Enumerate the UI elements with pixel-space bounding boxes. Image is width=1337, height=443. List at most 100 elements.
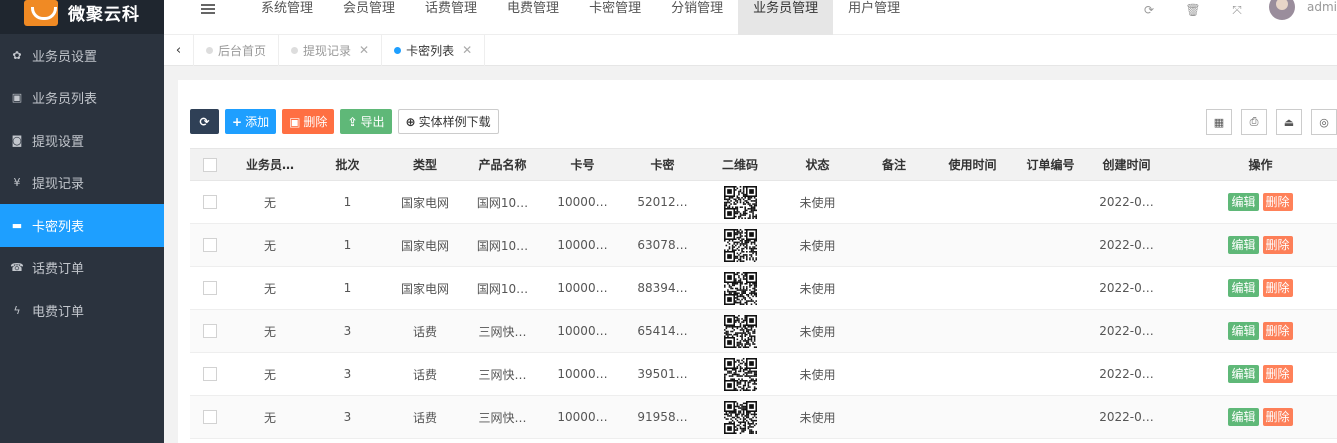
- qr-code-icon[interactable]: [723, 185, 757, 219]
- table-cell: 10000…: [540, 223, 625, 267]
- row-checkbox-cell[interactable]: [190, 180, 230, 224]
- tab-scroll-left-icon[interactable]: ‹: [164, 34, 194, 66]
- table-header[interactable]: 备注: [855, 148, 933, 181]
- table-header[interactable]: 产品名称: [465, 148, 540, 181]
- table-row[interactable]: 无 1 国家电网 国网10… 10000… 52012… 未使用 2022-0… 编辑 删除: [190, 180, 1337, 224]
- table-cell: 3: [310, 352, 385, 396]
- table-row[interactable]: 无 3 话费 三网快… 10000… 39501… 未使用 2022-0… 编辑 删除: [190, 352, 1337, 396]
- search-icon[interactable]: ◎: [1311, 109, 1337, 135]
- topnav-members[interactable]: 会员管理: [328, 0, 410, 35]
- table-cell: 3: [310, 309, 385, 353]
- table-row[interactable]: 无 1 国家电网 国网10… 10000… 63078… 未使用 2022-0… 编辑 删除: [190, 223, 1337, 267]
- qr-code-cell: [700, 352, 780, 396]
- row-checkbox-cell[interactable]: [190, 223, 230, 267]
- logo[interactable]: 微聚云科: [0, 0, 164, 34]
- tab-card-list[interactable]: 卡密列表 ✕: [382, 34, 486, 66]
- table-header[interactable]: 业务员…: [230, 148, 310, 181]
- avatar[interactable]: [1269, 0, 1295, 20]
- delete-button[interactable]: ▣ 删除: [282, 109, 335, 134]
- edit-button[interactable]: 编辑: [1228, 193, 1259, 211]
- select-all-checkbox[interactable]: [203, 157, 217, 172]
- table-cell: 无: [230, 352, 310, 396]
- trash-icon[interactable]: 🗑: [1171, 3, 1215, 17]
- row-checkbox[interactable]: [203, 195, 217, 210]
- row-checkbox[interactable]: [203, 324, 217, 339]
- tab-home[interactable]: 后台首页: [194, 34, 280, 66]
- close-icon[interactable]: ✕: [462, 43, 472, 57]
- table-header[interactable]: 二维码: [700, 148, 780, 181]
- row-checkbox[interactable]: [203, 281, 217, 296]
- user-name[interactable]: admin: [1307, 0, 1337, 14]
- table-cell: [933, 223, 1012, 267]
- refresh-icon[interactable]: ⟳: [1127, 3, 1171, 17]
- delete-row-button[interactable]: 删除: [1262, 193, 1293, 211]
- topnav-electric-bill[interactable]: 电费管理: [492, 0, 574, 35]
- delete-row-button[interactable]: 删除: [1262, 408, 1293, 426]
- sidebar-item-phone-orders[interactable]: ☎ 话费订单: [0, 247, 164, 290]
- table-header[interactable]: 批次: [310, 148, 385, 181]
- table-cell: [855, 266, 933, 310]
- topnav-system[interactable]: 系统管理: [246, 0, 328, 35]
- sidebar-item-withdraw-records[interactable]: ¥ 提现记录: [0, 162, 164, 205]
- sidebar-item-withdraw-settings[interactable]: ◙ 提现设置: [0, 119, 164, 162]
- topnav-users[interactable]: 用户管理: [833, 0, 915, 35]
- row-checkbox[interactable]: [203, 367, 217, 382]
- edit-button[interactable]: 编辑: [1228, 322, 1259, 340]
- qr-code-icon[interactable]: [723, 357, 757, 391]
- sidebar-item-card-list[interactable]: ▬ 卡密列表: [0, 204, 164, 247]
- row-checkbox[interactable]: [203, 410, 217, 425]
- id-card-icon: ▣: [11, 91, 23, 105]
- table-cell: [933, 395, 1012, 439]
- row-checkbox[interactable]: [203, 238, 217, 253]
- row-checkbox-cell[interactable]: [190, 266, 230, 310]
- download-sample-button[interactable]: ⊕ 实体样例下载: [397, 109, 499, 134]
- export-table-icon[interactable]: ⏏: [1276, 109, 1302, 135]
- delete-row-button[interactable]: 删除: [1262, 279, 1293, 297]
- qr-code-icon[interactable]: [723, 400, 757, 434]
- sidebar-item-salesman-settings[interactable]: ✿ 业务员设置: [0, 34, 164, 77]
- topnav-phone-bill[interactable]: 话费管理: [410, 0, 492, 35]
- delete-row-button[interactable]: 删除: [1262, 322, 1293, 340]
- fullscreen-icon[interactable]: ⤧: [1215, 3, 1259, 18]
- table-header[interactable]: 创建时间: [1089, 148, 1164, 181]
- table-cell: 10000…: [540, 309, 625, 353]
- table-row[interactable]: 无 3 话费 三网快… 10000… 65414… 未使用 2022-0… 编辑 删除: [190, 309, 1337, 353]
- table-header[interactable]: 卡密: [625, 148, 700, 181]
- header-checkbox-cell[interactable]: [190, 148, 230, 181]
- download-icon: ⊕: [405, 114, 416, 129]
- qr-code-icon[interactable]: [723, 314, 757, 348]
- qr-code-icon[interactable]: [723, 271, 757, 305]
- edit-button[interactable]: 编辑: [1228, 236, 1259, 254]
- topnav-salesman[interactable]: 业务员管理: [738, 0, 834, 35]
- export-button[interactable]: ⇪ 导出: [340, 109, 392, 134]
- refresh-button[interactable]: ⟳: [190, 109, 219, 134]
- edit-button[interactable]: 编辑: [1228, 408, 1259, 426]
- delete-row-button[interactable]: 删除: [1262, 365, 1293, 383]
- add-button[interactable]: + 添加: [225, 109, 277, 134]
- delete-row-button[interactable]: 删除: [1262, 236, 1293, 254]
- row-checkbox-cell[interactable]: [190, 395, 230, 439]
- table-row[interactable]: 无 1 国家电网 国网10… 10000… 88394… 未使用 2022-0… 编辑 删除: [190, 266, 1337, 310]
- table-header[interactable]: 订单编号: [1012, 148, 1089, 181]
- sidebar-item-electric-orders[interactable]: ϟ 电费订单: [0, 289, 164, 332]
- edit-button[interactable]: 编辑: [1228, 279, 1259, 297]
- sidebar-item-salesman-list[interactable]: ▣ 业务员列表: [0, 77, 164, 120]
- row-checkbox-cell[interactable]: [190, 309, 230, 353]
- close-icon[interactable]: ✕: [359, 43, 369, 57]
- table-header[interactable]: 卡号: [540, 148, 625, 181]
- topnav-distribution[interactable]: 分销管理: [656, 0, 738, 35]
- topnav-cards[interactable]: 卡密管理: [574, 0, 656, 35]
- menu-toggle-icon[interactable]: [201, 4, 215, 16]
- columns-icon[interactable]: ▦: [1206, 109, 1232, 135]
- table-cell: 未使用: [780, 180, 855, 224]
- edit-button[interactable]: 编辑: [1228, 365, 1259, 383]
- table-header[interactable]: 使用时间: [933, 148, 1012, 181]
- table-header[interactable]: 状态: [780, 148, 855, 181]
- row-checkbox-cell[interactable]: [190, 352, 230, 396]
- sidebar-item-label: 卡密列表: [32, 219, 85, 235]
- qr-code-icon[interactable]: [723, 228, 757, 262]
- tab-withdraw-records[interactable]: 提现记录 ✕: [279, 34, 383, 66]
- print-icon[interactable]: ⎙: [1241, 109, 1267, 135]
- table-header[interactable]: 类型: [385, 148, 465, 181]
- table-row[interactable]: 无 3 话费 三网快… 10000… 91958… 未使用 2022-0… 编辑 删除: [190, 395, 1337, 439]
